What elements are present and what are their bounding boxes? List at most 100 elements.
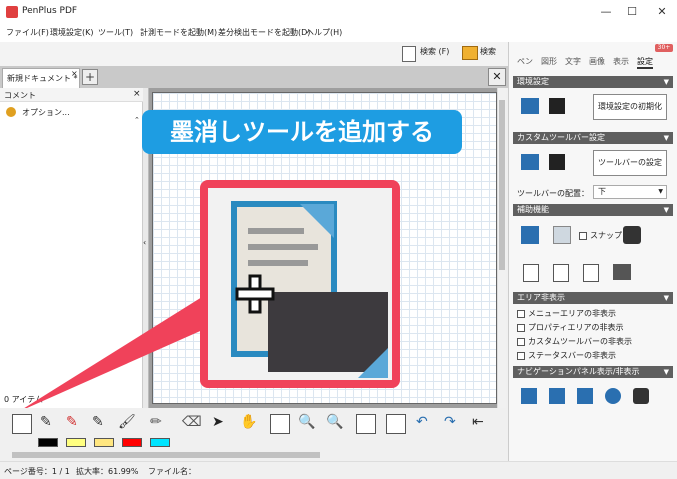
checkbox-label: メニューエリアの非表示 xyxy=(528,309,616,318)
section-assist[interactable]: 補助機能 ▼ xyxy=(513,204,673,216)
save-icon[interactable] xyxy=(549,98,565,114)
checkbox[interactable] xyxy=(517,309,525,318)
document-tabs: 新規ドキュメント * × + ✕ xyxy=(0,66,510,88)
snap-label: スナップ xyxy=(590,231,622,240)
comment-panel-title: コメント xyxy=(4,91,36,100)
eraser-icon[interactable]: ⌫ xyxy=(182,414,202,434)
gear-icon[interactable] xyxy=(623,226,641,244)
minimize-button[interactable]: — xyxy=(596,4,616,20)
swatch-yellow[interactable] xyxy=(66,438,86,447)
search-button[interactable]: 検索 (F) xyxy=(420,46,449,57)
close-button[interactable]: ✕ xyxy=(652,4,672,20)
checkbox[interactable] xyxy=(517,351,525,360)
scrollbar-thumb[interactable] xyxy=(499,100,505,270)
menu-diff-mode[interactable]: 差分検出モードを起動(D) xyxy=(218,27,310,38)
thumbnails-icon[interactable] xyxy=(521,388,537,404)
tab-image[interactable]: 画像 xyxy=(589,56,605,67)
menu-file[interactable]: ファイル(F) xyxy=(6,27,49,38)
swatch-cyan[interactable] xyxy=(150,438,170,447)
folder-search-button[interactable]: 検索 xyxy=(480,46,496,57)
tab-shape[interactable]: 図形 xyxy=(541,56,557,67)
toolbar-toggle-icon[interactable]: ⇤ xyxy=(472,414,492,434)
vertical-scrollbar[interactable] xyxy=(497,88,506,408)
zoom-in-icon[interactable]: 🔍 xyxy=(326,414,346,434)
search-doc-icon xyxy=(402,46,416,62)
page-insert-icon[interactable] xyxy=(583,264,599,282)
hide-statusbar-checkbox[interactable]: ステータスバーの非表示 xyxy=(517,350,616,361)
table-grid-icon[interactable] xyxy=(553,226,571,244)
checkbox[interactable] xyxy=(579,231,587,240)
checkbox[interactable] xyxy=(517,337,525,346)
maximize-button[interactable]: ☐ xyxy=(622,4,642,20)
tab-pen[interactable]: ペン xyxy=(517,56,533,67)
checkbox[interactable] xyxy=(517,323,525,332)
horizontal-scrollbar[interactable] xyxy=(0,450,506,460)
pen-icon[interactable]: ✎ xyxy=(40,414,60,434)
page-rotate-icon[interactable] xyxy=(553,264,569,282)
app-icon xyxy=(6,6,18,18)
close-document-button[interactable]: ✕ xyxy=(488,68,506,86)
red-pen-icon[interactable]: ✎ xyxy=(66,414,86,434)
tab-display[interactable]: 表示 xyxy=(613,56,629,67)
undo-icon[interactable]: ↶ xyxy=(416,414,436,434)
menu-settings[interactable]: 環境設定(K) xyxy=(50,27,94,38)
scrollbar-thumb[interactable] xyxy=(12,452,320,458)
menu-measure-mode[interactable]: 計測モードを起動(M) xyxy=(140,27,217,38)
checkbox-label: プロパティエリアの非表示 xyxy=(528,323,624,332)
tab-settings[interactable]: 設定 xyxy=(637,56,653,69)
toolbar-settings-button[interactable]: ツールバーの設定 xyxy=(593,150,667,176)
redaction-tool-icon[interactable] xyxy=(12,414,32,434)
section-env-settings[interactable]: 環境設定 ▼ xyxy=(513,76,673,88)
menu-tools[interactable]: ツール(T) xyxy=(98,27,133,38)
chevron-down-icon: ▼ xyxy=(658,188,663,195)
tab-close-icon[interactable]: × xyxy=(71,69,78,78)
close-icon[interactable]: × xyxy=(133,89,141,99)
reset-settings-button[interactable]: 環境設定の初期化 xyxy=(593,94,667,120)
section-nav-panel[interactable]: ナビゲーションパネル表示/非表示 ▼ xyxy=(513,366,673,378)
hide-custom-toolbar-checkbox[interactable]: カスタムツールバーの非表示 xyxy=(517,336,632,347)
insert-page-icon[interactable] xyxy=(386,414,406,434)
section-title: エリア非表示 xyxy=(517,293,565,302)
tab-label: 新規ドキュメント * xyxy=(7,74,78,83)
placement-select[interactable]: 下 ▼ xyxy=(593,185,667,199)
property-panel: 30+ ペン 図形 文字 画像 表示 設定 環境設定 ▼ 環境設定の初期化 カスタ… xyxy=(508,42,677,461)
redaction-document-icon xyxy=(231,201,388,378)
swatch-red[interactable] xyxy=(122,438,142,447)
hide-property-checkbox[interactable]: プロパティエリアの非表示 xyxy=(517,322,624,333)
zoom-out-icon[interactable]: 🔍 xyxy=(298,414,318,434)
hand-icon[interactable]: ✋ xyxy=(240,414,260,434)
tab-new-document[interactable]: 新規ドキュメント * × xyxy=(2,68,80,88)
badge: 30+ xyxy=(655,44,673,52)
page-number: ページ番号：1 / 1 xyxy=(4,467,70,476)
gear-icon[interactable] xyxy=(633,388,649,404)
bookmark-icon[interactable] xyxy=(549,388,565,404)
hide-menu-checkbox[interactable]: メニューエリアの非表示 xyxy=(517,308,616,319)
color-swatches xyxy=(0,438,506,450)
section-area-hide[interactable]: エリア非表示 ▼ xyxy=(513,292,673,304)
grid-icon[interactable] xyxy=(521,226,539,244)
pointer-icon[interactable]: ➤ xyxy=(212,414,232,434)
add-tab-button[interactable]: + xyxy=(82,69,98,85)
snap-checkbox[interactable]: スナップ xyxy=(579,230,622,241)
swatch-black[interactable] xyxy=(38,438,58,447)
printer-icon[interactable] xyxy=(613,264,631,280)
page-select-icon[interactable] xyxy=(270,414,290,434)
brush-icon[interactable]: 🖌 xyxy=(118,414,138,434)
search-icon[interactable] xyxy=(605,388,621,404)
save-icon[interactable] xyxy=(549,154,565,170)
pencil-icon[interactable]: ✏ xyxy=(150,414,170,434)
options-dropdown[interactable]: オプション... xyxy=(22,107,70,118)
tab-text[interactable]: 文字 xyxy=(565,56,581,67)
menu-help[interactable]: ヘルプ(H) xyxy=(306,27,342,38)
section-custom-toolbar[interactable]: カスタムツールバー設定 ▼ xyxy=(513,132,673,144)
folder-open-icon[interactable] xyxy=(521,98,539,114)
redo-icon[interactable]: ↷ xyxy=(444,414,464,434)
chevron-up-icon[interactable]: ⌃ xyxy=(134,116,140,124)
marker-icon[interactable]: ✎ xyxy=(92,414,112,434)
comment-icon[interactable] xyxy=(577,388,593,404)
folder-open-icon[interactable] xyxy=(521,154,539,170)
page-export-icon[interactable] xyxy=(523,264,539,282)
swatch-light-yellow[interactable] xyxy=(94,438,114,447)
top-toolbar: 検索 (F) 検索 xyxy=(0,42,510,66)
fit-page-icon[interactable] xyxy=(356,414,376,434)
